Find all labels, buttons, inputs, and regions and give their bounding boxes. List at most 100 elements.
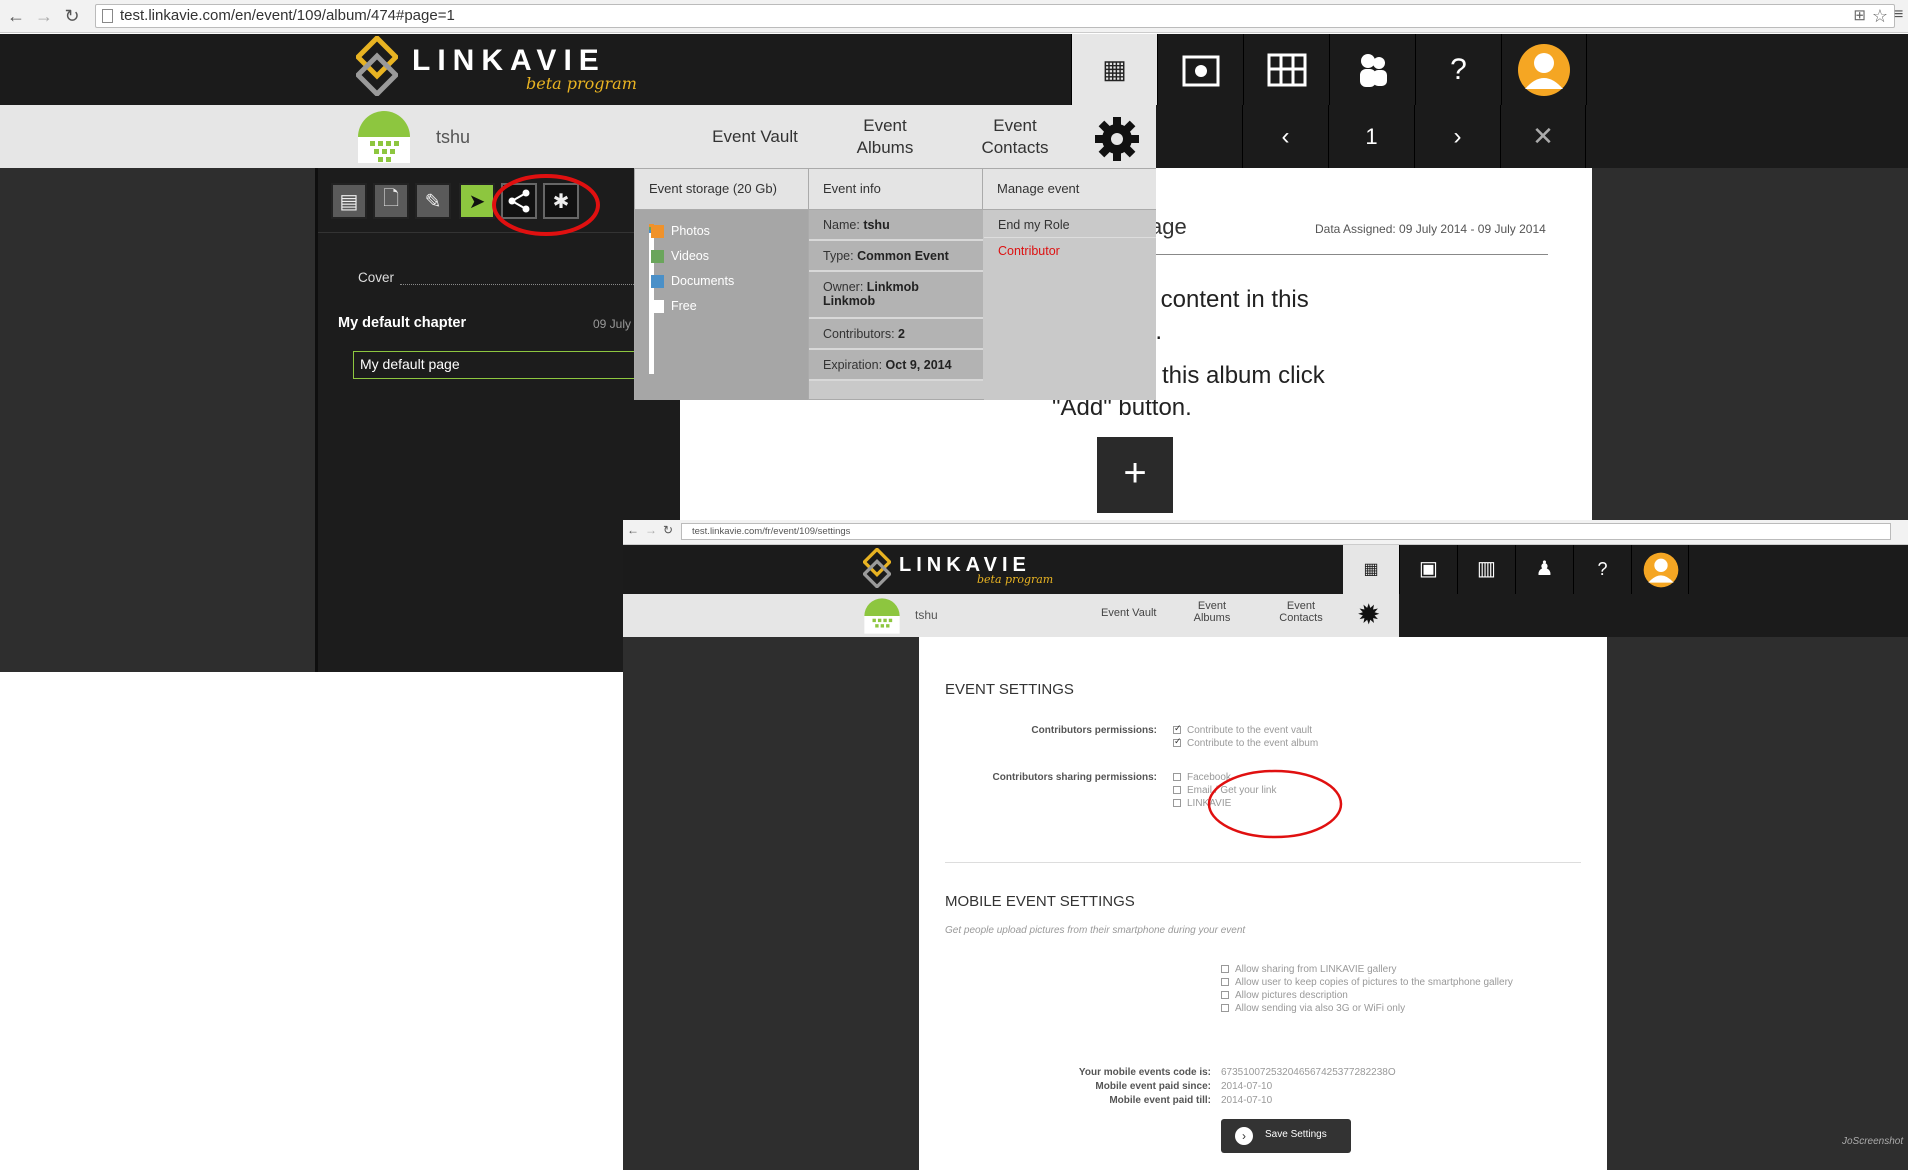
sharing-perm-label: Contributors sharing permissions:	[992, 772, 1157, 783]
save-settings-button[interactable]: › Save Settings	[1221, 1119, 1351, 1153]
pager-bar: ‹ 1 › ✕	[1156, 105, 1908, 168]
event-dropdown: Event storage (20 Gb) Event info Manage …	[634, 168, 1156, 400]
translate-icon[interactable]: ⊞	[1853, 5, 1866, 27]
perm-vault-label: Contribute to the event vault	[1187, 725, 1313, 736]
nav-event-vault-2[interactable]: Event Vault	[1101, 607, 1156, 619]
beta-label-2: beta program	[977, 573, 1054, 586]
photo-album-icon	[1182, 55, 1219, 86]
reload-icon[interactable]: ↻	[62, 6, 82, 26]
address-bar[interactable]: test.linkavie.com/en/event/109/album/474…	[95, 4, 1895, 28]
forward-icon[interactable]: →	[34, 6, 54, 26]
share-linkavie-checkbox[interactable]	[1173, 799, 1181, 808]
mobile-code-value: 673510072532046567425377282238O	[1221, 1067, 1396, 1078]
mobile-opt-1[interactable]: Allow sharing from LINKAVIE gallery	[1221, 964, 1397, 975]
gear-icon[interactable]	[1094, 116, 1140, 162]
legend-documents: Documents	[651, 274, 734, 288]
save-settings-label: Save Settings	[1265, 1129, 1327, 1140]
avatar-2[interactable]	[1631, 545, 1689, 594]
event-avatar-icon	[358, 111, 410, 163]
documents-swatch	[651, 275, 664, 288]
address-bar-2[interactable]: test.linkavie.com/fr/event/109/settings	[681, 523, 1891, 540]
mobile-opt-3[interactable]: Allow pictures description	[1221, 990, 1348, 1001]
legend-videos: Videos	[651, 249, 709, 263]
reload-icon-2[interactable]: ↻	[663, 523, 673, 537]
free-swatch	[651, 300, 664, 313]
grid-icon[interactable]	[1243, 34, 1329, 105]
back-icon-2[interactable]: ←	[627, 523, 639, 537]
event-name-2: tshu	[915, 608, 938, 622]
legend-photos: Photos	[651, 224, 710, 238]
contributor-link[interactable]: Contributor	[984, 238, 1156, 266]
logo-icon	[356, 36, 398, 96]
brand-logo-text: LINKAVIE	[412, 44, 606, 77]
highlight-circle	[492, 174, 600, 236]
mobile-opt-4-checkbox[interactable]	[1221, 1004, 1229, 1013]
mobile-opt-3-checkbox[interactable]	[1221, 991, 1229, 1000]
mobile-opt-2-checkbox[interactable]	[1221, 978, 1229, 987]
edit-tool-icon[interactable]: ✎	[415, 183, 451, 219]
calendar-icon[interactable]: ▦	[1071, 34, 1157, 105]
gear-icon-2[interactable]: ✹	[1357, 600, 1380, 630]
top-header: LINKAVIE beta program ▦ ?	[0, 34, 1908, 105]
nav-event-albums-2[interactable]: Event Albums	[1185, 600, 1239, 624]
next-page-icon[interactable]: ›	[1414, 105, 1500, 168]
sub-header: tshu Event Vault Event Albums Event Cont…	[0, 105, 1156, 168]
end-my-role-link[interactable]: End my Role	[984, 210, 1156, 238]
help-icon-2[interactable]: ?	[1573, 545, 1631, 594]
mobile-code-label: Your mobile events code is:	[1078, 1067, 1211, 1078]
right-background	[1592, 168, 1908, 520]
add-button[interactable]: +	[1097, 437, 1173, 513]
mobile-settings-title: MOBILE EVENT SETTINGS	[945, 893, 1135, 910]
nav-event-vault[interactable]: Event Vault	[700, 105, 810, 168]
storage-column: Photos Videos Documents Free	[635, 210, 809, 400]
nav-event-contacts[interactable]: Event Contacts	[965, 105, 1065, 168]
event-settings-title: EVENT SETTINGS	[945, 681, 1074, 698]
settings-browser-toolbar: ← → ↻ test.linkavie.com/fr/event/109/set…	[623, 520, 1908, 545]
perm-vault-checkbox[interactable]	[1173, 723, 1182, 735]
info-type: Type: Common Event	[809, 241, 983, 272]
legend-free-label: Free	[671, 299, 697, 313]
help-icon[interactable]: ?	[1415, 34, 1501, 105]
chapter-title[interactable]: My default chapter	[338, 315, 466, 331]
legend-free: Free	[651, 299, 697, 313]
mobile-opt-1-checkbox[interactable]	[1221, 965, 1229, 974]
back-icon[interactable]: ←	[6, 6, 26, 26]
mobile-opt-4[interactable]: Allow sending via also 3G or WiFi only	[1221, 1003, 1405, 1014]
date-assigned: Data Assigned: 09 July 2014 - 09 July 20…	[1315, 222, 1546, 236]
nav-event-albums[interactable]: Event Albums	[835, 105, 935, 168]
mobile-opt-2[interactable]: Allow user to keep copies of pictures to…	[1221, 977, 1513, 988]
contacts-icon[interactable]	[1329, 34, 1415, 105]
grid-icon-2[interactable]: ▥	[1457, 545, 1515, 594]
tools-icon[interactable]: ✕	[1500, 105, 1586, 168]
url-text: test.linkavie.com/en/event/109/album/474…	[120, 7, 455, 24]
cover-item[interactable]: Cover	[358, 270, 394, 285]
menu-icon[interactable]: ≡	[1894, 6, 1903, 24]
prev-page-icon[interactable]: ‹	[1242, 105, 1328, 168]
settings-panel: EVENT SETTINGS Contributors permissions:…	[919, 637, 1607, 1170]
info-name: Name: tshu	[809, 210, 983, 241]
new-page-tool-icon[interactable]: 🗋	[373, 183, 409, 219]
manage-header: Manage event	[983, 169, 1156, 210]
album-icon[interactable]	[1157, 34, 1243, 105]
avatar[interactable]	[1501, 34, 1587, 105]
album-settings-tool-icon[interactable]: ▤	[331, 183, 367, 219]
nav-event-contacts-2[interactable]: Event Contacts	[1271, 600, 1331, 624]
paid-till-value: 2014-07-10	[1221, 1095, 1273, 1106]
perm-album-row[interactable]: Contribute to the event album	[1173, 736, 1318, 749]
share-email-checkbox[interactable]	[1173, 786, 1181, 795]
share-facebook-checkbox[interactable]	[1173, 773, 1181, 782]
calendar-icon-2[interactable]: ▦	[1343, 545, 1399, 594]
perm-vault-row[interactable]: Contribute to the event vault	[1173, 723, 1313, 736]
album-icon-2[interactable]: ▣	[1399, 545, 1457, 594]
forward-icon-2[interactable]: →	[645, 523, 657, 537]
page-icon	[102, 9, 113, 23]
legend-videos-label: Videos	[671, 249, 709, 263]
watermark-logo: JoScreenshot	[1842, 1136, 1904, 1147]
storage-header: Event storage (20 Gb)	[635, 169, 809, 210]
layout-grid-icon	[1267, 53, 1306, 86]
info-header: Event info	[809, 169, 983, 210]
perm-album-checkbox[interactable]	[1173, 736, 1182, 748]
contacts-icon-2[interactable]: ♟	[1515, 545, 1573, 594]
star-icon[interactable]: ☆	[1872, 5, 1888, 27]
storage-usage-bar	[649, 224, 654, 374]
